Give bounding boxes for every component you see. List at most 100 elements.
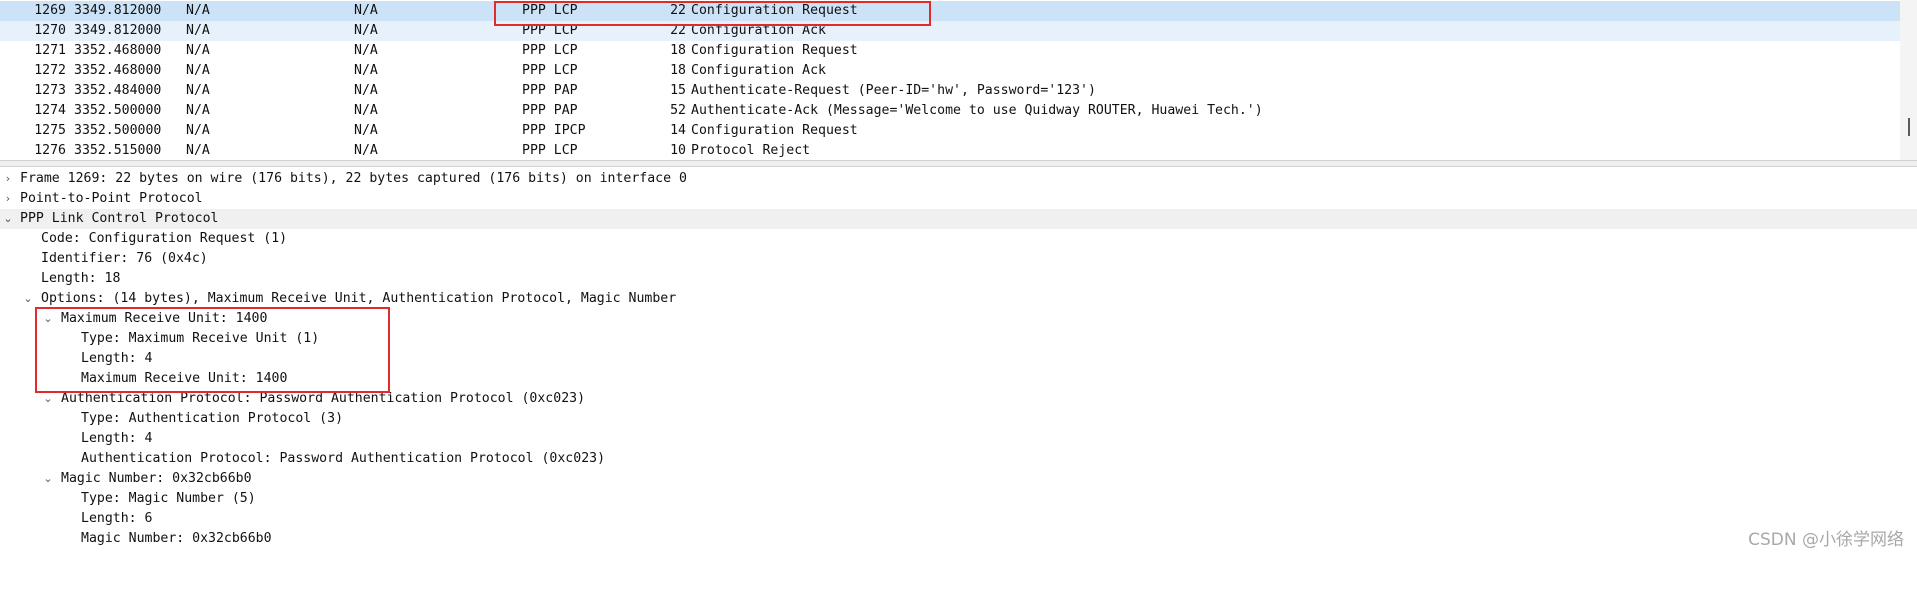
tree-item-options[interactable]: ⌄ Options: (14 bytes), Maximum Receive U… xyxy=(0,289,676,309)
tree-item-frame[interactable]: › Frame 1269: 22 bytes on wire (176 bits… xyxy=(0,169,687,189)
tree-item-mru-value[interactable]: Maximum Receive Unit: 1400 xyxy=(0,369,287,389)
tree-label: Length: 6 xyxy=(81,511,153,526)
tree-label: Authentication Protocol: Password Authen… xyxy=(61,391,586,406)
packet-protocol: PPP LCP xyxy=(522,23,578,38)
tree-label: Type: Authentication Protocol (3) xyxy=(81,411,344,426)
tree-item-code[interactable]: Code: Configuration Request (1) xyxy=(0,229,287,249)
packet-source: N/A xyxy=(186,103,210,118)
packet-info: Authenticate-Request (Peer-ID='hw', Pass… xyxy=(691,83,1096,98)
tree-label: Options: (14 bytes), Maximum Receive Uni… xyxy=(41,291,677,306)
tree-item-lcp[interactable]: ⌄ PPP Link Control Protocol xyxy=(0,209,1917,229)
packet-info: Protocol Reject xyxy=(691,143,811,158)
packet-number: 1271 xyxy=(34,43,66,58)
packet-time: 3352.500000 xyxy=(74,103,162,118)
packet-length: 22 xyxy=(670,3,686,18)
packet-number: 1272 xyxy=(34,63,66,78)
packet-number: 1270 xyxy=(34,23,66,38)
packet-source: N/A xyxy=(186,143,210,158)
packet-row[interactable]: 1273 3352.484000 N/A N/A PPP PAP 15 Auth… xyxy=(0,81,1900,101)
packet-length: 52 xyxy=(670,103,686,118)
pane-splitter[interactable] xyxy=(0,160,1917,167)
collapse-arrow-icon[interactable]: ⌄ xyxy=(2,209,14,229)
tree-item-magic-length[interactable]: Length: 6 xyxy=(0,509,152,529)
tree-label: Maximum Receive Unit: 1400 xyxy=(81,371,288,386)
tree-label: PPP Link Control Protocol xyxy=(20,211,219,226)
packet-info: Authenticate-Ack (Message='Welcome to us… xyxy=(691,103,1263,118)
tree-item-identifier[interactable]: Identifier: 76 (0x4c) xyxy=(0,249,208,269)
collapse-arrow-icon[interactable]: ⌄ xyxy=(42,309,54,329)
packet-destination: N/A xyxy=(354,83,378,98)
tree-item-magic[interactable]: ⌄ Magic Number: 0x32cb66b0 xyxy=(0,469,251,489)
packet-row[interactable]: 1269 3349.812000 N/A N/A PPP LCP 22 Conf… xyxy=(0,1,1900,21)
packet-time: 3352.484000 xyxy=(74,83,162,98)
packet-destination: N/A xyxy=(354,43,378,58)
tree-label: Magic Number: 0x32cb66b0 xyxy=(61,471,252,486)
packet-protocol: PPP LCP xyxy=(522,143,578,158)
packet-length: 18 xyxy=(670,43,686,58)
packet-destination: N/A xyxy=(354,23,378,38)
tree-item-magic-type[interactable]: Type: Magic Number (5) xyxy=(0,489,256,509)
packet-protocol: PPP PAP xyxy=(522,103,578,118)
tree-item-auth-length[interactable]: Length: 4 xyxy=(0,429,152,449)
packet-length: 18 xyxy=(670,63,686,78)
tree-item-mru-length[interactable]: Length: 4 xyxy=(0,349,152,369)
scrollbar-thumb[interactable] xyxy=(1908,118,1910,136)
packet-protocol: PPP LCP xyxy=(522,43,578,58)
packet-source: N/A xyxy=(186,63,210,78)
packet-length: 10 xyxy=(670,143,686,158)
packet-protocol: PPP LCP xyxy=(522,63,578,78)
packet-length: 22 xyxy=(670,23,686,38)
packet-source: N/A xyxy=(186,3,210,18)
tree-label: Length: 4 xyxy=(81,351,153,366)
packet-time: 3349.812000 xyxy=(74,3,162,18)
packet-row[interactable]: 1270 3349.812000 N/A N/A PPP LCP 22 Conf… xyxy=(0,21,1900,41)
packet-info: Configuration Ack xyxy=(691,63,826,78)
tree-item-mru-type[interactable]: Type: Maximum Receive Unit (1) xyxy=(0,329,319,349)
packet-time: 3352.468000 xyxy=(74,63,162,78)
tree-item-auth[interactable]: ⌄ Authentication Protocol: Password Auth… xyxy=(0,389,585,409)
packet-row[interactable]: 1272 3352.468000 N/A N/A PPP LCP 18 Conf… xyxy=(0,61,1900,81)
packet-list-scrollbar[interactable] xyxy=(1900,0,1917,160)
packet-time: 3352.500000 xyxy=(74,123,162,138)
packet-row[interactable]: 1274 3352.500000 N/A N/A PPP PAP 52 Auth… xyxy=(0,101,1900,121)
packet-details-pane: › Frame 1269: 22 bytes on wire (176 bits… xyxy=(0,167,1917,558)
packet-destination: N/A xyxy=(354,143,378,158)
packet-source: N/A xyxy=(186,123,210,138)
packet-time: 3352.468000 xyxy=(74,43,162,58)
tree-item-ppp[interactable]: › Point-to-Point Protocol xyxy=(0,189,203,209)
collapse-arrow-icon[interactable]: ⌄ xyxy=(22,289,34,309)
packet-source: N/A xyxy=(186,23,210,38)
packet-row[interactable]: 1275 3352.500000 N/A N/A PPP IPCP 14 Con… xyxy=(0,121,1900,141)
packet-protocol: PPP PAP xyxy=(522,83,578,98)
packet-source: N/A xyxy=(186,43,210,58)
tree-label: Type: Magic Number (5) xyxy=(81,491,256,506)
tree-item-mru[interactable]: ⌄ Maximum Receive Unit: 1400 xyxy=(0,309,267,329)
expand-arrow-icon[interactable]: › xyxy=(2,169,14,189)
packet-number: 1274 xyxy=(34,103,66,118)
packet-number: 1273 xyxy=(34,83,66,98)
watermark: CSDN @小徐学网络 xyxy=(1748,530,1904,550)
tree-item-length[interactable]: Length: 18 xyxy=(0,269,120,289)
packet-row[interactable]: 1276 3352.515000 N/A N/A PPP LCP 10 Prot… xyxy=(0,141,1900,161)
tree-item-auth-type[interactable]: Type: Authentication Protocol (3) xyxy=(0,409,343,429)
packet-time: 3349.812000 xyxy=(74,23,162,38)
tree-label: Authentication Protocol: Password Authen… xyxy=(81,451,606,466)
tree-label: Point-to-Point Protocol xyxy=(20,191,203,206)
tree-label: Code: Configuration Request (1) xyxy=(41,231,288,246)
tree-item-magic-value[interactable]: Magic Number: 0x32cb66b0 xyxy=(0,529,272,549)
packet-row[interactable]: 1271 3352.468000 N/A N/A PPP LCP 18 Conf… xyxy=(0,41,1900,61)
packet-info: Configuration Request xyxy=(691,43,858,58)
packet-info: Configuration Ack xyxy=(691,23,826,38)
tree-label: Length: 4 xyxy=(81,431,153,446)
packet-destination: N/A xyxy=(354,103,378,118)
packet-info: Configuration Request xyxy=(691,3,858,18)
packet-info: Configuration Request xyxy=(691,123,858,138)
tree-item-auth-value[interactable]: Authentication Protocol: Password Authen… xyxy=(0,449,605,469)
packet-destination: N/A xyxy=(354,123,378,138)
tree-label: Frame 1269: 22 bytes on wire (176 bits),… xyxy=(20,171,687,186)
packet-protocol: PPP LCP xyxy=(522,3,578,18)
packet-list-pane: 1269 3349.812000 N/A N/A PPP LCP 22 Conf… xyxy=(0,0,1917,160)
collapse-arrow-icon[interactable]: ⌄ xyxy=(42,469,54,489)
expand-arrow-icon[interactable]: › xyxy=(2,189,14,209)
collapse-arrow-icon[interactable]: ⌄ xyxy=(42,389,54,409)
